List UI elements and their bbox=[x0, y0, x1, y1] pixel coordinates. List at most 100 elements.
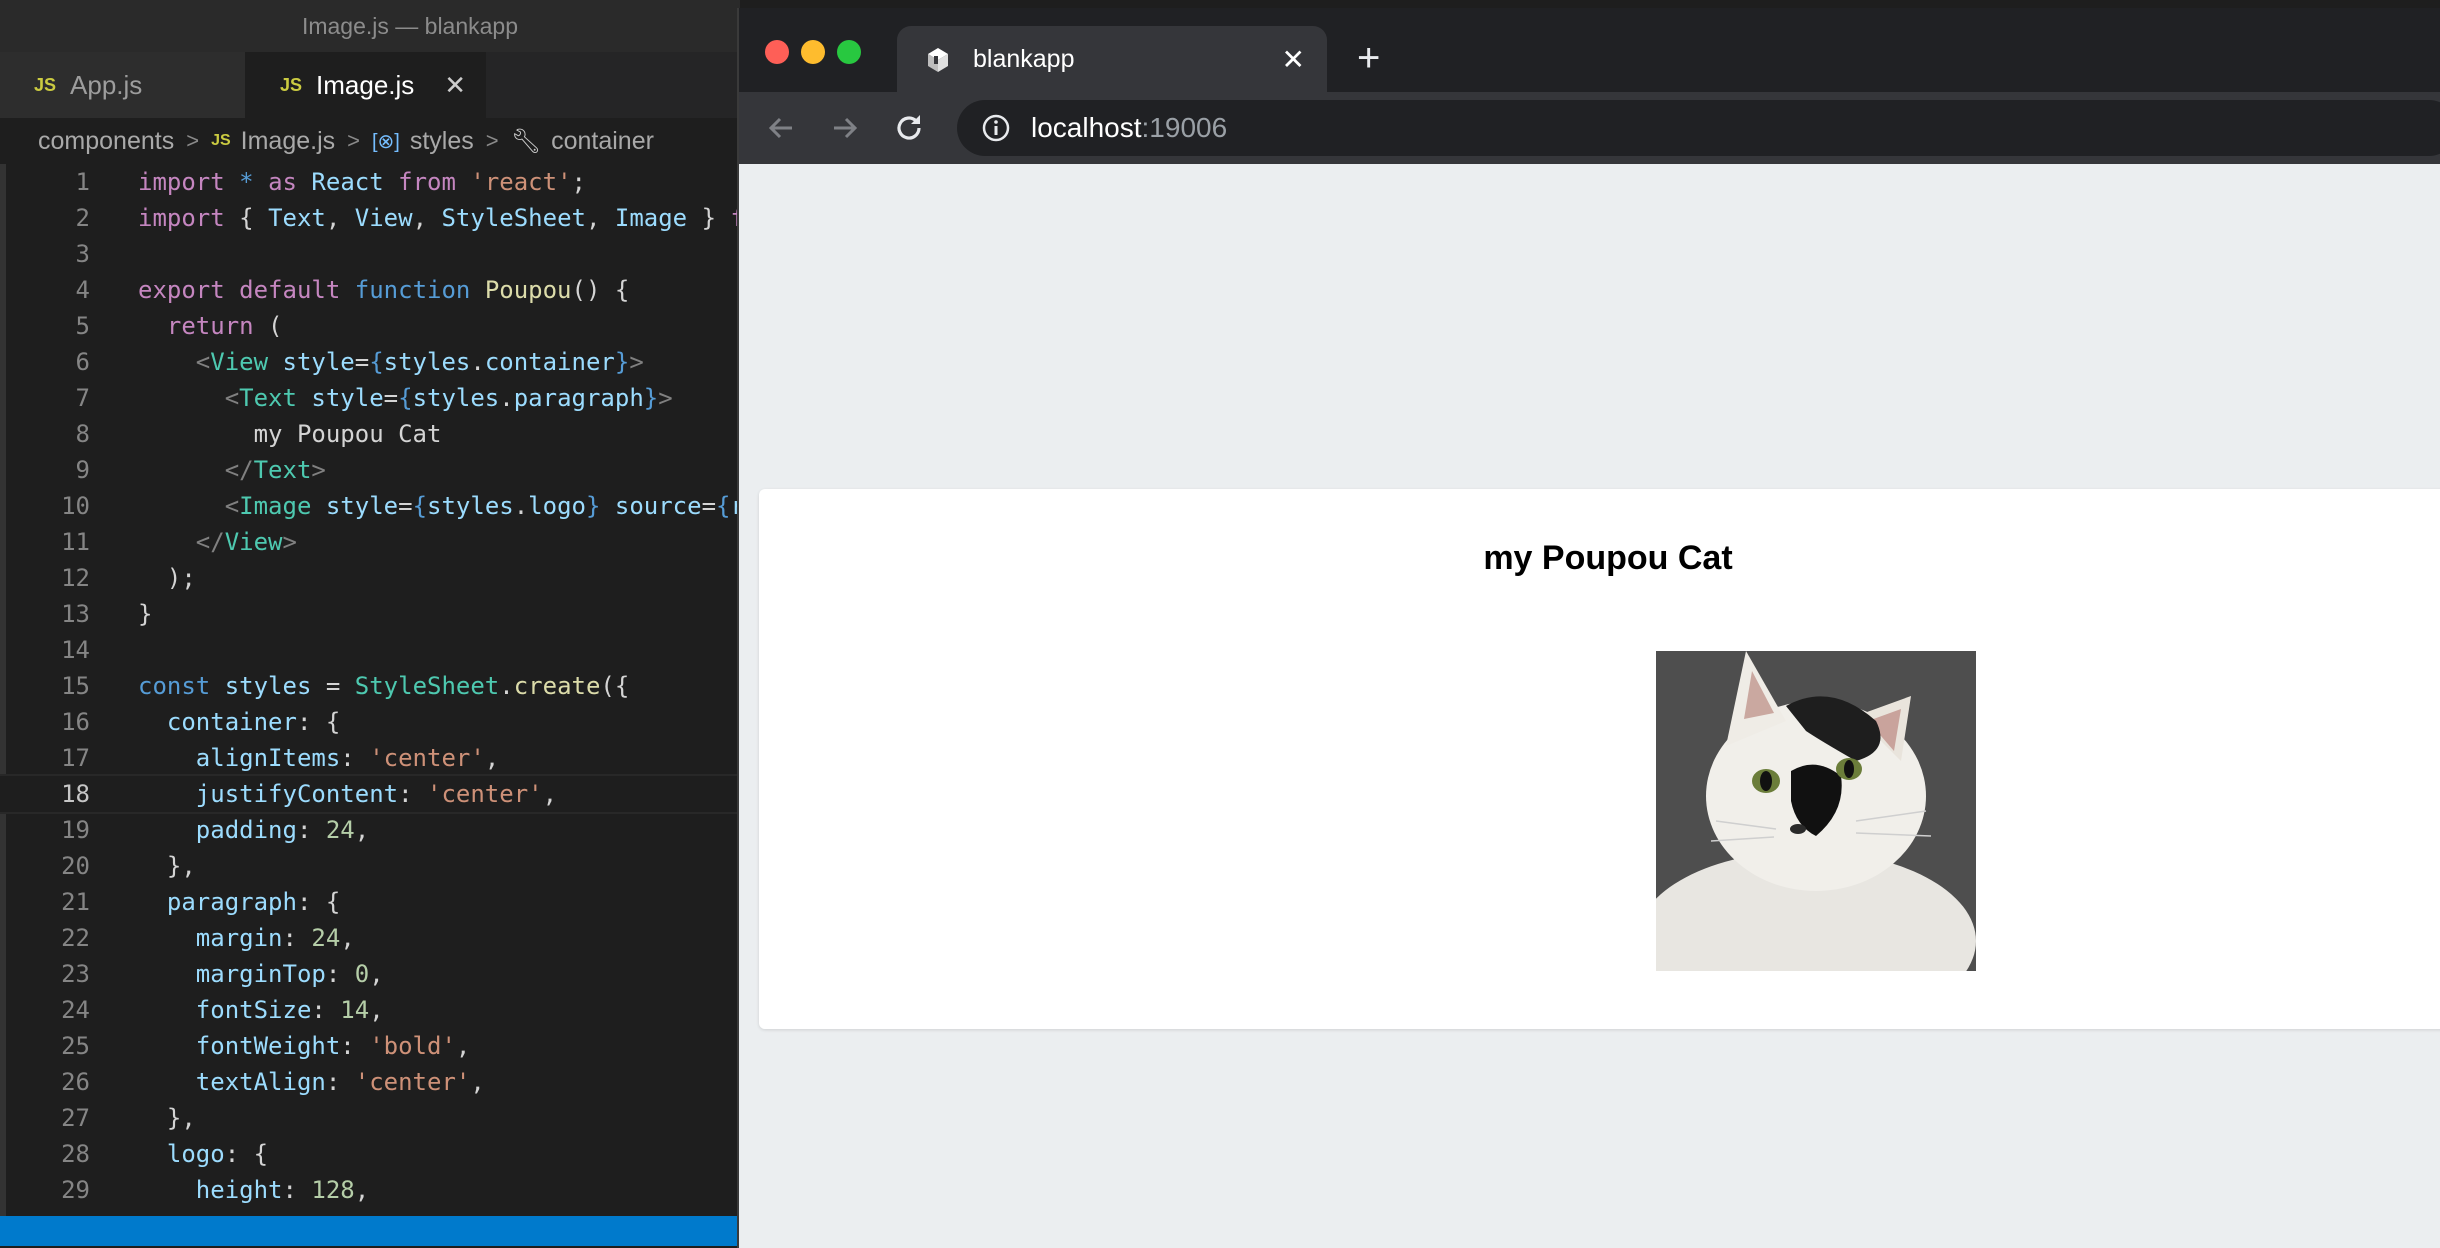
code-text: <View style={styles.container}> bbox=[195, 348, 644, 376]
code-line[interactable]: 4 export default function Poupou() { bbox=[0, 272, 740, 308]
code-text: } bbox=[138, 600, 153, 628]
cat-image bbox=[1656, 651, 1976, 971]
breadcrumb-symbol-container[interactable]: container bbox=[551, 127, 654, 156]
address-bar[interactable]: localhost:19006 bbox=[957, 100, 2440, 156]
code-line[interactable]: 10 <Image style={styles.logo} source={r bbox=[0, 488, 740, 524]
code-line[interactable]: 2 import { Text, View, StyleSheet, Image … bbox=[0, 200, 740, 236]
line-number: 2 bbox=[75, 204, 90, 232]
code-text: import * as React from 'react'; bbox=[138, 168, 586, 196]
window-maximize-button[interactable] bbox=[837, 40, 861, 64]
code-area[interactable]: 1 import * as React from 'react'; 2 import … bbox=[0, 164, 740, 1216]
url-port: :19006 bbox=[1141, 112, 1228, 143]
line-number: 12 bbox=[61, 564, 90, 592]
line-number: 4 bbox=[75, 276, 90, 304]
breadcrumb-symbol-styles[interactable]: styles bbox=[410, 127, 474, 156]
code-line[interactable]: 22 margin: 24, bbox=[0, 920, 740, 956]
code-line[interactable]: 3 bbox=[0, 236, 740, 272]
line-number: 25 bbox=[61, 1032, 90, 1060]
code-line[interactable]: 25 fontWeight: 'bold', bbox=[0, 1028, 740, 1064]
code-line[interactable]: 8 my Poupou Cat bbox=[0, 416, 740, 452]
new-tab-button[interactable]: + bbox=[1357, 38, 1380, 78]
code-line[interactable]: 23 marginTop: 0, bbox=[0, 956, 740, 992]
line-number: 9 bbox=[75, 456, 90, 484]
info-icon[interactable] bbox=[981, 113, 1011, 143]
tab-app-js[interactable]: JS App.js bbox=[0, 52, 246, 118]
paragraph-text: my Poupou Cat bbox=[1483, 539, 1733, 577]
code-text: textAlign: 'center', bbox=[195, 1068, 485, 1096]
tab-title: blankapp bbox=[973, 44, 1075, 73]
js-file-icon: JS bbox=[280, 74, 303, 95]
line-number: 11 bbox=[61, 528, 90, 556]
forward-arrow-icon[interactable] bbox=[825, 108, 865, 148]
line-number: 7 bbox=[75, 384, 90, 412]
line-number: 26 bbox=[61, 1068, 90, 1096]
url-host: localhost bbox=[1031, 112, 1142, 143]
line-number: 18 bbox=[61, 780, 90, 808]
code-text: }, bbox=[138, 1104, 196, 1132]
code-text: margin: 24, bbox=[195, 924, 355, 952]
line-number: 5 bbox=[75, 312, 90, 340]
code-text: <Image style={styles.logo} source={r bbox=[224, 492, 740, 520]
editor-window-title: Image.js — blankapp bbox=[301, 12, 519, 39]
close-icon[interactable]: ✕ bbox=[444, 70, 466, 101]
chevron-right-icon: > bbox=[347, 128, 360, 153]
code-text: container: { bbox=[166, 708, 341, 736]
code-line[interactable]: 18 justifyContent: 'center', bbox=[0, 774, 740, 814]
code-line[interactable]: 27 }, bbox=[0, 1100, 740, 1136]
code-line[interactable]: 29 height: 128, bbox=[0, 1172, 740, 1208]
code-editor-window: Image.js — blankapp JS App.js JS Image.j… bbox=[0, 0, 740, 1246]
code-line[interactable]: 13} bbox=[0, 596, 740, 632]
code-line[interactable]: 15 const styles = StyleSheet.create({ bbox=[0, 668, 740, 704]
line-number: 27 bbox=[61, 1104, 90, 1132]
code-line[interactable]: 20 }, bbox=[0, 848, 740, 884]
code-line[interactable]: 12 ); bbox=[0, 560, 740, 596]
code-text: return ( bbox=[166, 312, 283, 340]
window-minimize-button[interactable] bbox=[801, 40, 825, 64]
breadcrumb: components > JS Image.js > [⊗] styles > … bbox=[0, 118, 740, 164]
code-text: </Text> bbox=[224, 456, 326, 484]
tab-label: Image.js bbox=[316, 69, 415, 100]
code-line[interactable]: 9 </Text> bbox=[0, 452, 740, 488]
code-line[interactable]: 16 container: { bbox=[0, 704, 740, 740]
code-text: ); bbox=[138, 564, 196, 592]
line-number: 16 bbox=[61, 708, 90, 736]
expo-favicon-icon bbox=[921, 43, 953, 75]
breadcrumb-file[interactable]: Image.js bbox=[241, 127, 335, 156]
line-number: 8 bbox=[75, 420, 90, 448]
code-text: height: 128, bbox=[195, 1176, 370, 1204]
code-text: padding: 24, bbox=[195, 816, 370, 844]
tab-image-js[interactable]: JS Image.js ✕ bbox=[246, 52, 486, 118]
code-text: my Poupou Cat bbox=[138, 420, 442, 448]
code-line[interactable]: 1 import * as React from 'react'; bbox=[0, 164, 740, 200]
code-text: logo: { bbox=[166, 1140, 269, 1168]
code-text: </View> bbox=[195, 528, 297, 556]
line-number: 10 bbox=[61, 492, 90, 520]
line-number: 13 bbox=[61, 600, 90, 628]
window-close-button[interactable] bbox=[765, 40, 789, 64]
code-line[interactable]: 6 <View style={styles.container}> bbox=[0, 344, 740, 380]
chevron-right-icon: > bbox=[186, 128, 200, 153]
line-number: 20 bbox=[61, 852, 90, 880]
editor-tab-bar: JS App.js JS Image.js ✕ bbox=[0, 52, 740, 118]
line-number: 23 bbox=[61, 960, 90, 988]
code-line[interactable]: 14 bbox=[0, 632, 740, 668]
code-line[interactable]: 5 return ( bbox=[0, 308, 740, 344]
breadcrumb-folder[interactable]: components bbox=[38, 127, 174, 156]
code-line[interactable]: 21 paragraph: { bbox=[0, 884, 740, 920]
reload-icon[interactable] bbox=[889, 108, 929, 148]
code-line[interactable]: 19 padding: 24, bbox=[0, 812, 740, 848]
browser-toolbar: localhost:19006 bbox=[739, 92, 2440, 164]
line-number: 21 bbox=[61, 888, 90, 916]
close-icon[interactable]: ✕ bbox=[1282, 43, 1305, 76]
code-line[interactable]: 17 alignItems: 'center', bbox=[0, 740, 740, 776]
code-line[interactable]: 24 fontSize: 14, bbox=[0, 992, 740, 1028]
code-line[interactable]: 11 </View> bbox=[0, 524, 740, 560]
code-text: <Text style={styles.paragraph}> bbox=[224, 384, 673, 412]
code-line[interactable]: 28 logo: { bbox=[0, 1136, 740, 1172]
code-line[interactable]: 7 <Text style={styles.paragraph}> bbox=[0, 380, 740, 416]
code-text: import { Text, View, StyleSheet, Image }… bbox=[138, 204, 740, 232]
browser-tab[interactable]: blankapp ✕ bbox=[897, 26, 1327, 92]
code-line[interactable]: 26 textAlign: 'center', bbox=[0, 1064, 740, 1100]
line-number: 6 bbox=[75, 348, 90, 376]
back-arrow-icon[interactable] bbox=[761, 108, 801, 148]
